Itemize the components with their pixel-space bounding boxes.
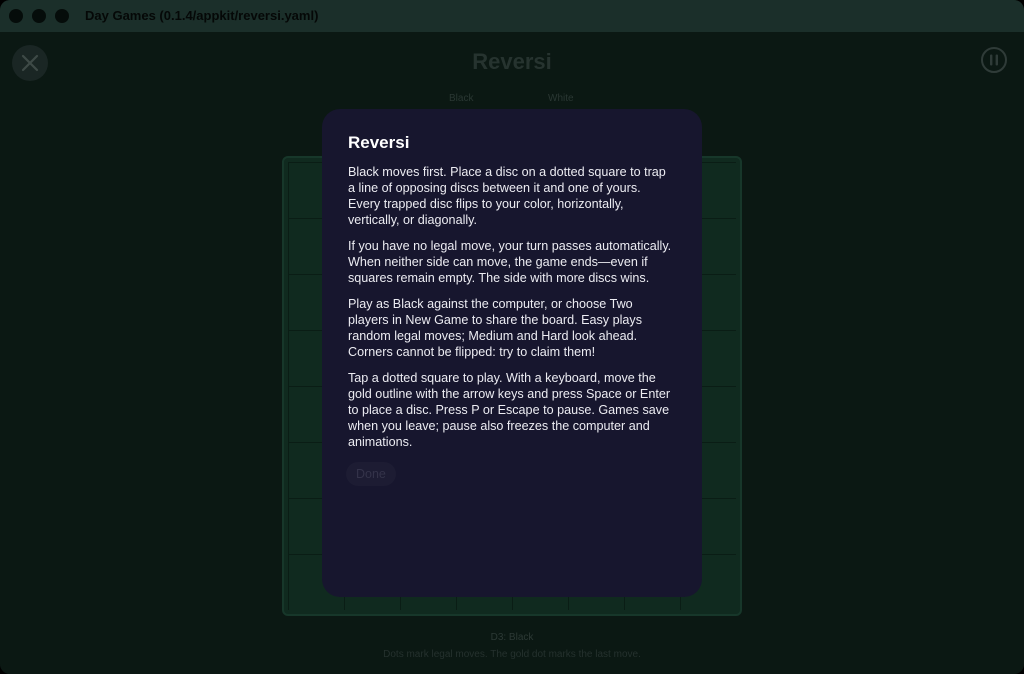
pause-icon xyxy=(981,47,1007,73)
rules-paragraph: Tap a dotted square to play. With a keyb… xyxy=(348,371,671,449)
window-zoom-control[interactable] xyxy=(55,9,69,23)
done-button[interactable]: Done xyxy=(346,462,396,486)
hint-text: Dots mark legal moves. The gold dot mark… xyxy=(383,649,641,660)
app-window: Day Games (0.1.4/appkit/reversi.yaml) Re… xyxy=(0,0,1024,674)
game-title: Reversi xyxy=(472,49,552,74)
window-title: Day Games (0.1.4/appkit/reversi.yaml) xyxy=(85,8,319,23)
rules-paragraph: If you have no legal move, your turn pas… xyxy=(348,239,672,285)
title-bar: Day Games (0.1.4/appkit/reversi.yaml) xyxy=(0,0,1024,32)
window-close-control[interactable] xyxy=(9,9,23,23)
dialog-title: Reversi xyxy=(348,133,410,152)
player-black-label: Black xyxy=(449,93,474,104)
player-white-label: White xyxy=(548,93,574,104)
rules-dialog: Reversi Black moves first. Place a disc … xyxy=(322,109,702,597)
rules-paragraph: Play as Black against the computer, or c… xyxy=(348,297,642,359)
pause-button[interactable] xyxy=(980,46,1008,74)
move-status: D3: Black xyxy=(490,632,534,643)
rules-paragraph: Black moves first. Place a disc on a dot… xyxy=(348,165,666,227)
window-minimize-control[interactable] xyxy=(32,9,46,23)
